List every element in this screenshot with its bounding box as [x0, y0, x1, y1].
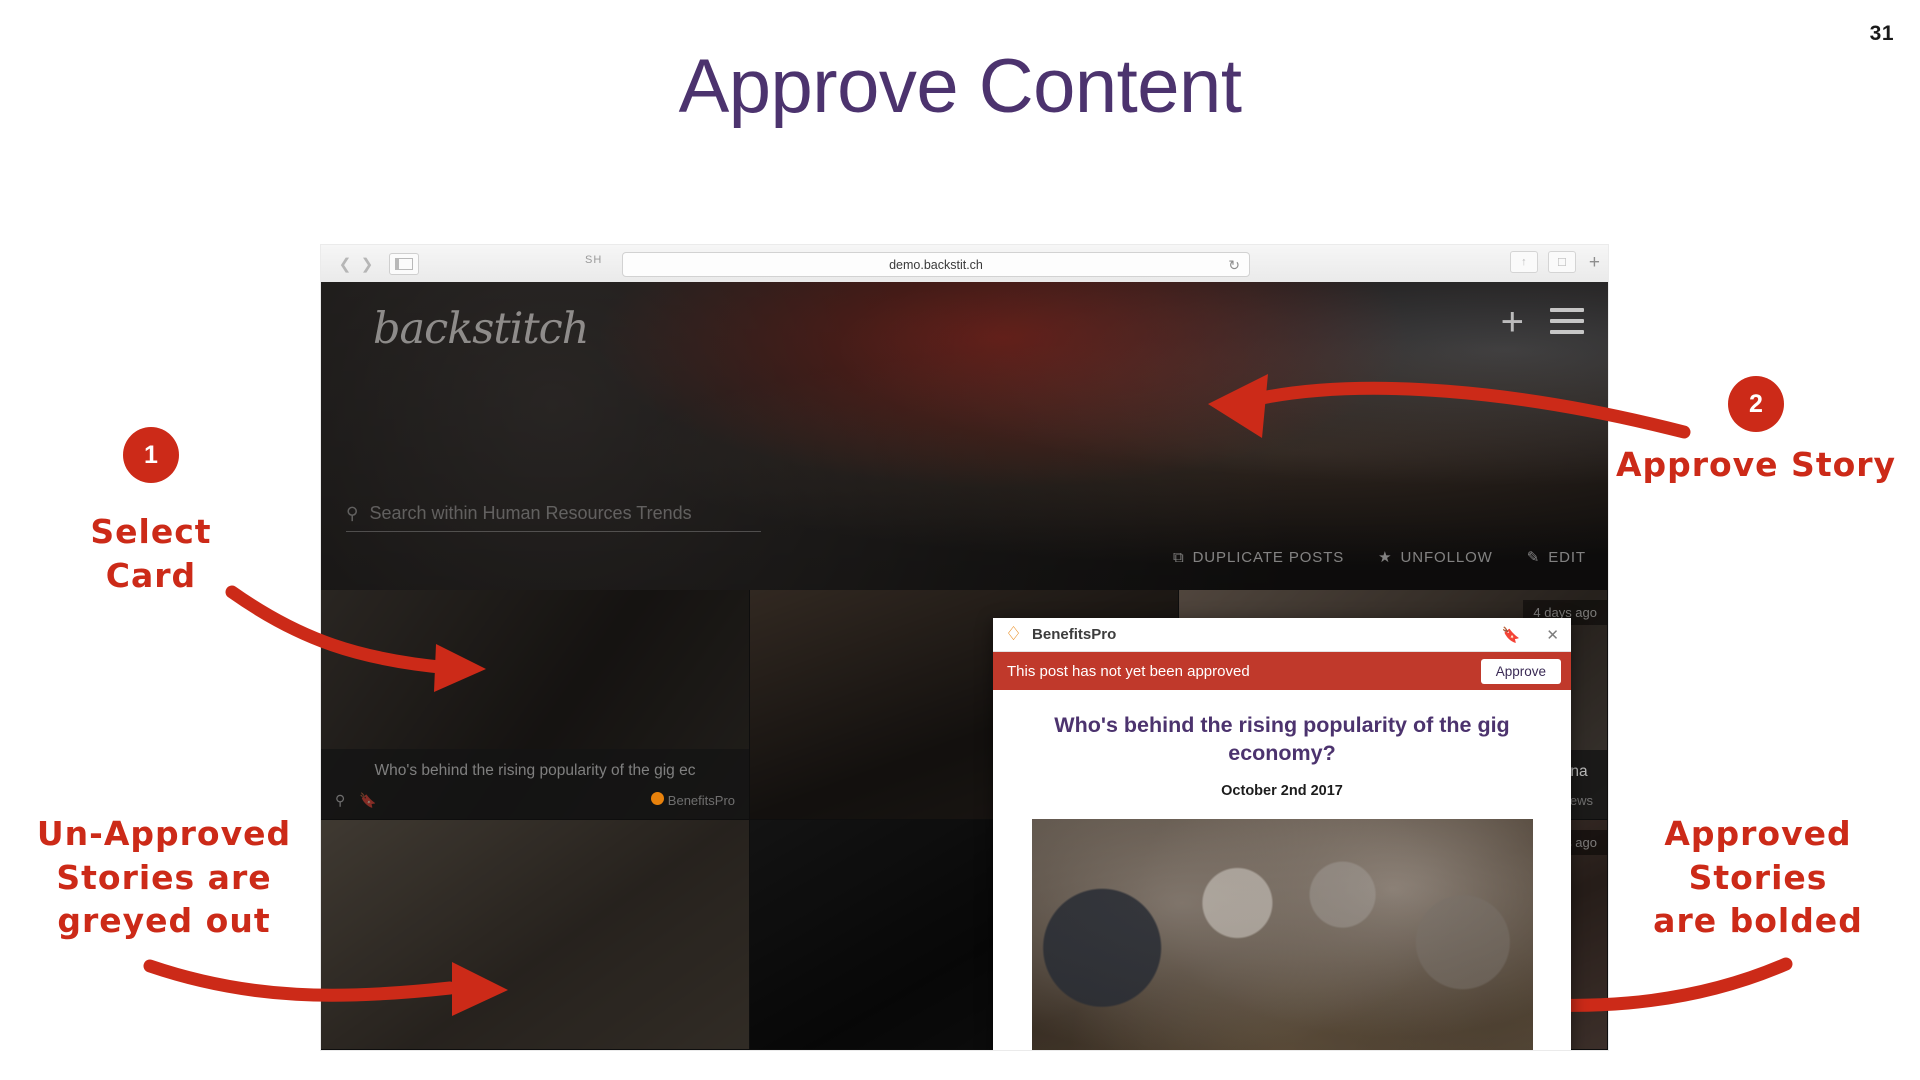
article-preview-modal: ♢ BenefitsPro 🔖 ✕ This post has not yet … [993, 618, 1571, 1050]
search-icon: ⚲ [346, 503, 359, 523]
article-image [1031, 819, 1533, 1050]
page-title: Approve Content [678, 44, 1242, 129]
modal-header: ♢ BenefitsPro 🔖 ✕ [993, 618, 1571, 652]
browser-nav-buttons: ❮ ❯ [334, 252, 419, 275]
card-title: Who's behind the rising popularity of th… [374, 762, 696, 780]
edit-label: EDIT [1548, 548, 1586, 566]
new-tab-button[interactable]: + [1589, 253, 1600, 272]
backstitch-logo[interactable]: backstitch [373, 304, 589, 354]
hamburger-icon[interactable] [1550, 308, 1584, 341]
edit-button[interactable]: ✎ EDIT [1526, 548, 1586, 567]
zoom-icon[interactable]: ⚲ [335, 792, 345, 810]
card-shade [321, 820, 749, 1049]
url-text: demo.backstit.ch [889, 257, 983, 272]
duplicate-posts-label: DUPLICATE POSTS [1192, 548, 1345, 566]
article-title: Who's behind the rising popularity of th… [1054, 713, 1510, 765]
slide-root: 31 Approve Content ❮ ❯ SH demo.backstit.… [0, 0, 1920, 1080]
approval-alert-bar: This post has not yet been approved Appr… [993, 652, 1571, 690]
modal-body[interactable]: Who's behind the rising popularity of th… [993, 690, 1571, 1050]
card-source: BenefitsPro [651, 791, 735, 809]
close-icon[interactable]: ✕ [1546, 626, 1559, 644]
sidebar-toggle-icon[interactable] [389, 252, 419, 275]
search-input[interactable]: ⚲ Search within Human Resources Trends [346, 503, 761, 532]
card-item[interactable] [321, 820, 750, 1050]
card-caption: Who's behind the rising popularity of th… [321, 749, 749, 819]
unfollow-label: UNFOLLOW [1400, 548, 1493, 566]
browser-right-controls: ↑ ☐ + [1509, 251, 1600, 273]
annotation-label-approved: Approved Stories are bolded [1653, 814, 1863, 941]
annotation-badge-1: 1 [123, 427, 179, 483]
pencil-icon: ✎ [1526, 549, 1541, 566]
card-source-label: BenefitsPro [667, 792, 735, 808]
card-item[interactable]: Who's behind the rising popularity of th… [321, 590, 750, 820]
annotation-label-select-card: Select Card [90, 512, 212, 595]
article-date: October 2nd 2017 [1221, 783, 1343, 800]
card-meta: ⚲ 🔖 BenefitsPro [335, 792, 735, 810]
plus-icon[interactable]: + [1501, 302, 1524, 342]
address-bar[interactable]: demo.backstit.ch ↻ [622, 252, 1250, 277]
share-icon[interactable]: ↑ [1509, 251, 1538, 273]
search-placeholder: Search within Human Resources Trends [369, 503, 692, 523]
browser-toolbar: ❮ ❯ SH demo.backstit.ch ↻ ↑ ☐ + [321, 245, 1608, 283]
unfollow-button[interactable]: ★ UNFOLLOW [1378, 548, 1493, 567]
bookmark-icon[interactable]: 🔖 [359, 792, 376, 810]
bookmark-icon[interactable]: 🔖 [1502, 626, 1521, 644]
annotation-label-approve-story: Approve Story [1615, 445, 1897, 484]
hero-banner: backstitch + ⚲ Search within Human Resou… [321, 282, 1608, 590]
reload-icon[interactable]: ↻ [1228, 257, 1240, 274]
forward-icon[interactable]: ❯ [356, 253, 378, 275]
benefitspro-logo-icon: ♢ [1005, 623, 1023, 645]
page-number: 31 [1869, 22, 1894, 45]
annotation-badge-2: 2 [1728, 376, 1784, 432]
tabs-icon[interactable]: ☐ [1547, 251, 1576, 273]
hero-actions: ⧉ DUPLICATE POSTS ★ UNFOLLOW ✎ EDIT [1173, 548, 1586, 567]
browser-window: ❮ ❯ SH demo.backstit.ch ↻ ↑ ☐ + backstit… [321, 245, 1608, 1050]
alert-text: This post has not yet been approved [1007, 662, 1250, 680]
duplicate-posts-button[interactable]: ⧉ DUPLICATE POSTS [1173, 549, 1344, 566]
card-tools: ⚲ 🔖 [335, 792, 377, 810]
back-icon[interactable]: ❮ [334, 253, 356, 275]
annotation-label-unapproved: Un-Approved Stories are greyed out [36, 814, 292, 941]
approve-button[interactable]: Approve [1480, 658, 1561, 684]
star-icon: ★ [1378, 549, 1393, 566]
copy-icon: ⧉ [1172, 548, 1185, 566]
share-label[interactable]: SH [585, 254, 602, 266]
modal-source-name: BenefitsPro [1032, 626, 1117, 643]
